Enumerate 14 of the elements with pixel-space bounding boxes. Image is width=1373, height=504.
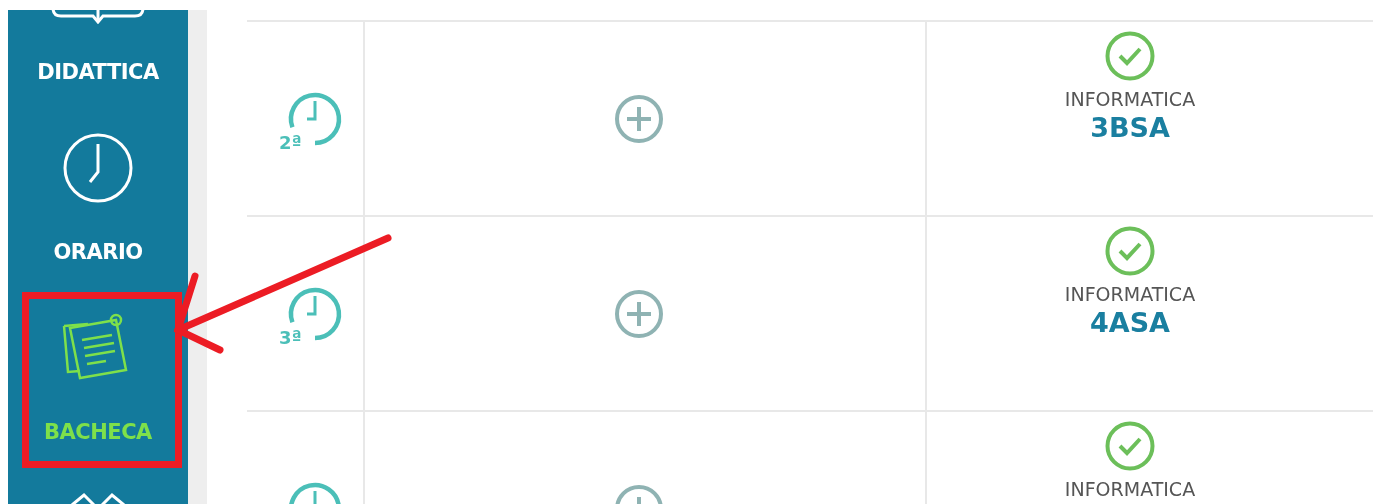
arrows-icon (68, 492, 128, 504)
subject-label: INFORMATICA (1064, 478, 1196, 500)
subject-label: INFORMATICA (1064, 88, 1196, 110)
class-link[interactable]: 3BSA (1090, 112, 1170, 143)
sidebar-item[interactable]: BACHECA (8, 290, 188, 470)
sidebar-item[interactable]: ORARIO (8, 110, 188, 290)
add-icon[interactable] (614, 288, 664, 339)
class-link[interactable]: 4ASA (1090, 307, 1170, 338)
hour-label: 2ª (279, 132, 302, 153)
clock-icon (62, 132, 134, 204)
add-icon[interactable] (614, 93, 664, 144)
subject-label: INFORMATICA (1064, 283, 1196, 305)
sidebar-item[interactable]: DIDATTICA (8, 10, 188, 110)
hour-label: 3ª (279, 327, 302, 348)
